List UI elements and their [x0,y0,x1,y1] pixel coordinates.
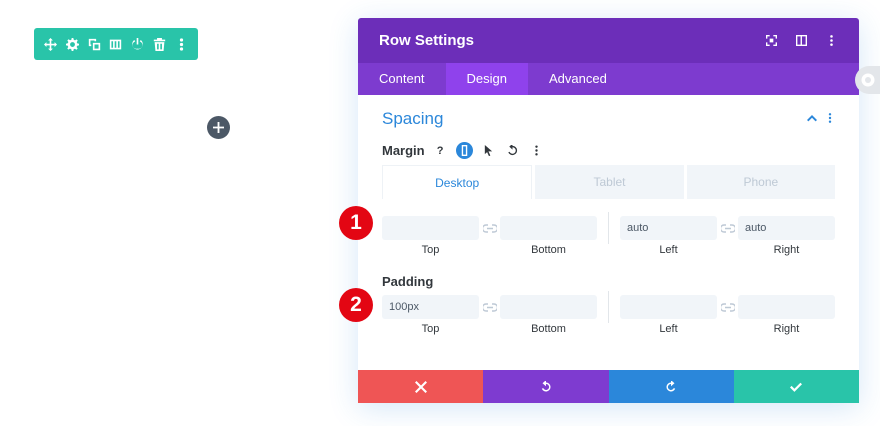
margin-bottom-input[interactable] [500,216,597,240]
undo-button[interactable] [483,370,609,403]
padding-right-input[interactable] [738,295,835,319]
section-title: Spacing [382,109,444,128]
columns-icon[interactable] [107,35,125,53]
padding-top-label: Top [421,323,440,335]
plus-icon [213,122,224,133]
move-icon[interactable] [42,35,60,53]
help-circle-icon [861,73,874,87]
add-module-button[interactable] [207,116,230,139]
chevron-up-icon[interactable] [807,110,817,128]
modal-header: Row Settings [358,18,859,63]
tab-content[interactable]: Content [358,63,446,95]
modal-footer [358,370,859,403]
margin-label-row: Margin ? [382,142,545,159]
margin-left-input[interactable]: auto [620,216,717,240]
power-icon[interactable] [129,35,147,53]
padding-left-label: Left [659,323,678,335]
margin-right-label: Right [773,244,800,256]
callout-badge-2: 2 [339,288,373,322]
margin-top-input[interactable] [382,216,479,240]
modal-title: Row Settings [379,32,475,49]
padding-label: Padding [382,274,434,289]
row-settings-modal: Row Settings Content Design Advanced Spa… [358,18,859,403]
more-vertical-icon[interactable] [528,142,545,159]
padding-inputs: 100px Top Bottom Left Right [382,291,835,339]
spacing-section-header[interactable]: Spacing [358,95,859,143]
link-icon[interactable] [717,223,738,233]
help-icon[interactable]: ? [432,142,449,159]
more-vertical-icon[interactable] [172,35,190,53]
link-icon[interactable] [717,302,738,312]
more-vertical-icon[interactable] [824,34,838,48]
link-icon[interactable] [479,302,500,312]
side-panel-handle[interactable] [855,66,880,94]
padding-right-label: Right [773,323,800,335]
duplicate-icon[interactable] [85,35,103,53]
more-vertical-icon[interactable] [825,110,835,128]
trash-icon[interactable] [150,35,168,53]
redo-button[interactable] [608,370,734,403]
margin-right-input[interactable]: auto [738,216,835,240]
margin-left-label: Left [659,244,678,256]
padding-bottom-label: Bottom [531,323,566,335]
margin-label: Margin [382,143,425,158]
padding-top-input[interactable]: 100px [382,295,479,319]
gear-icon[interactable] [64,35,82,53]
check-icon [790,382,803,392]
cancel-button[interactable] [358,370,484,403]
link-icon[interactable] [479,223,500,233]
reset-icon[interactable] [504,142,521,159]
tab-advanced[interactable]: Advanced [528,63,628,95]
divider [608,291,609,323]
callout-badge-1: 1 [339,206,373,240]
hover-cursor-icon[interactable] [480,142,497,159]
device-tab-tablet[interactable]: Tablet [535,165,684,199]
split-view-icon[interactable] [794,34,808,48]
undo-icon [541,380,551,391]
row-toolbar [34,28,198,60]
margin-top-label: Top [421,244,440,256]
redo-icon [666,380,676,391]
tab-design[interactable]: Design [445,63,529,95]
device-tab-desktop[interactable]: Desktop [382,165,533,199]
modal-tabs: Content Design Advanced [358,63,859,95]
responsive-icon[interactable] [455,142,473,159]
divider [608,212,609,244]
save-button[interactable] [733,370,859,403]
device-tab-phone[interactable]: Phone [686,165,835,199]
close-icon [414,380,427,393]
padding-left-input[interactable] [620,295,717,319]
margin-bottom-label: Bottom [531,244,566,256]
margin-inputs: auto auto Top Bottom Left Right [382,212,835,260]
fullscreen-icon[interactable] [764,34,778,48]
padding-bottom-input[interactable] [500,295,597,319]
device-tabs: Desktop Tablet Phone [382,165,835,199]
